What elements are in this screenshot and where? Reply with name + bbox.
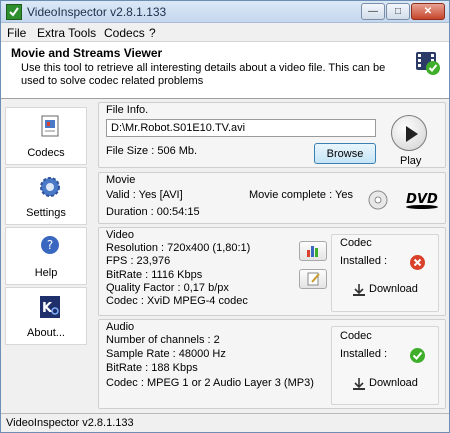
- browse-button[interactable]: Browse: [314, 143, 376, 164]
- page-description: Use this tool to retrieve all interestin…: [21, 62, 386, 87]
- movie-complete: Movie complete : Yes: [249, 189, 353, 201]
- audio-bitrate: BitRate : 188 Kbps: [106, 362, 198, 374]
- download-icon: [353, 378, 365, 390]
- sidebar-item-about[interactable]: K About...: [5, 287, 87, 345]
- sidebar-item-settings[interactable]: Settings: [5, 167, 87, 225]
- play-icon: [406, 126, 418, 142]
- file-info-panel: File Info. File Size : 506 Mb. Browse Pl…: [98, 102, 446, 168]
- sidebar-item-codecs[interactable]: Codecs: [5, 107, 87, 165]
- video-codec-box: Codec Installed : Download: [331, 234, 439, 312]
- file-path-input[interactable]: [106, 119, 376, 137]
- video-quality: Quality Factor : 0,17 b/px: [106, 282, 229, 294]
- audio-codec-box: Codec Installed : Download: [331, 326, 439, 405]
- download-label: Download: [369, 377, 418, 389]
- audio-installed-label: Installed :: [340, 348, 388, 360]
- installed-icon: [410, 348, 425, 363]
- header: Movie and Streams Viewer Use this tool t…: [1, 42, 449, 99]
- close-button[interactable]: ✕: [411, 3, 445, 20]
- menu-bar: File Extra Tools Codecs ?: [1, 23, 449, 42]
- help-icon: ?: [41, 236, 59, 254]
- edit-button[interactable]: [299, 269, 327, 289]
- audio-panel: Audio Number of channels : 2 Sample Rate…: [98, 319, 446, 409]
- audio-sample-rate: Sample Rate : 48000 Hz: [106, 348, 226, 360]
- movie-valid: Valid : Yes [AVI]: [106, 189, 183, 201]
- menu-extra-tools[interactable]: Extra Tools: [37, 26, 96, 40]
- disc-icon: [368, 190, 388, 210]
- video-fps: FPS : 23,976: [106, 255, 171, 267]
- sidebar-item-label: Codecs: [27, 147, 65, 159]
- download-icon: [353, 284, 365, 296]
- movie-panel: Movie Valid : Yes [AVI] Duration : 00:54…: [98, 172, 446, 224]
- sidebar-item-label: About...: [27, 327, 65, 339]
- video-bitrate: BitRate : 1116 Kbps: [106, 269, 203, 281]
- menu-file[interactable]: File: [7, 26, 26, 40]
- status-bar: VideoInspector v2.8.1.133: [1, 413, 449, 432]
- app-window: VideoInspector v2.8.1.133 — □ ✕ File Ext…: [0, 0, 450, 433]
- audio-download-button[interactable]: Download: [352, 377, 430, 393]
- sidebar-item-help[interactable]: ? Help: [5, 227, 87, 285]
- codecs-icon: [41, 115, 59, 137]
- maximize-button[interactable]: □: [386, 3, 410, 20]
- svg-text:DVD: DVD: [406, 192, 438, 207]
- edit-icon: [307, 272, 320, 286]
- bar-chart-icon: [307, 246, 318, 257]
- sidebar-item-label: Settings: [26, 207, 66, 219]
- video-codec-box-title: Codec: [340, 237, 372, 249]
- file-size: File Size : 506 Mb.: [106, 145, 198, 157]
- not-installed-icon: [410, 255, 425, 270]
- bitrate-chart-button[interactable]: [299, 241, 327, 261]
- play-button[interactable]: [391, 115, 427, 151]
- video-resolution: Resolution : 720x400 (1,80:1): [106, 242, 251, 254]
- film-check-icon: [416, 52, 440, 75]
- audio-codec-box-title: Codec: [340, 330, 372, 342]
- gear-icon: [40, 177, 60, 197]
- video-title: Video: [106, 229, 134, 241]
- app-logo-icon: [6, 4, 22, 20]
- dvd-logo-icon: DVD: [406, 192, 438, 209]
- video-download-button[interactable]: Download: [352, 283, 430, 299]
- video-installed-label: Installed :: [340, 255, 388, 267]
- play-label: Play: [400, 155, 422, 167]
- status-text: VideoInspector v2.8.1.133: [6, 417, 134, 429]
- audio-codec: Codec : MPEG 1 or 2 Audio Layer 3 (MP3): [106, 377, 314, 389]
- video-codec: Codec : XviD MPEG-4 codec: [106, 295, 248, 307]
- window-title: VideoInspector v2.8.1.133: [27, 5, 167, 19]
- menu-help[interactable]: ?: [149, 26, 156, 40]
- sidebar-item-label: Help: [34, 267, 58, 279]
- about-icon: K: [40, 296, 60, 318]
- minimize-button[interactable]: —: [361, 3, 385, 20]
- movie-title: Movie: [106, 174, 136, 186]
- file-info-title: File Info.: [106, 104, 149, 116]
- svg-text:?: ?: [47, 238, 53, 252]
- download-label: Download: [369, 283, 418, 295]
- menu-codecs[interactable]: Codecs: [104, 26, 145, 40]
- title-bar[interactable]: VideoInspector v2.8.1.133 — □ ✕: [1, 1, 449, 23]
- movie-duration: Duration : 00:54:15: [106, 206, 200, 218]
- video-panel: Video Resolution : 720x400 (1,80:1) FPS …: [98, 227, 446, 316]
- audio-channels: Number of channels : 2: [106, 334, 220, 346]
- svg-text:K: K: [42, 301, 53, 316]
- page-title: Movie and Streams Viewer: [11, 46, 163, 60]
- audio-title: Audio: [106, 321, 135, 333]
